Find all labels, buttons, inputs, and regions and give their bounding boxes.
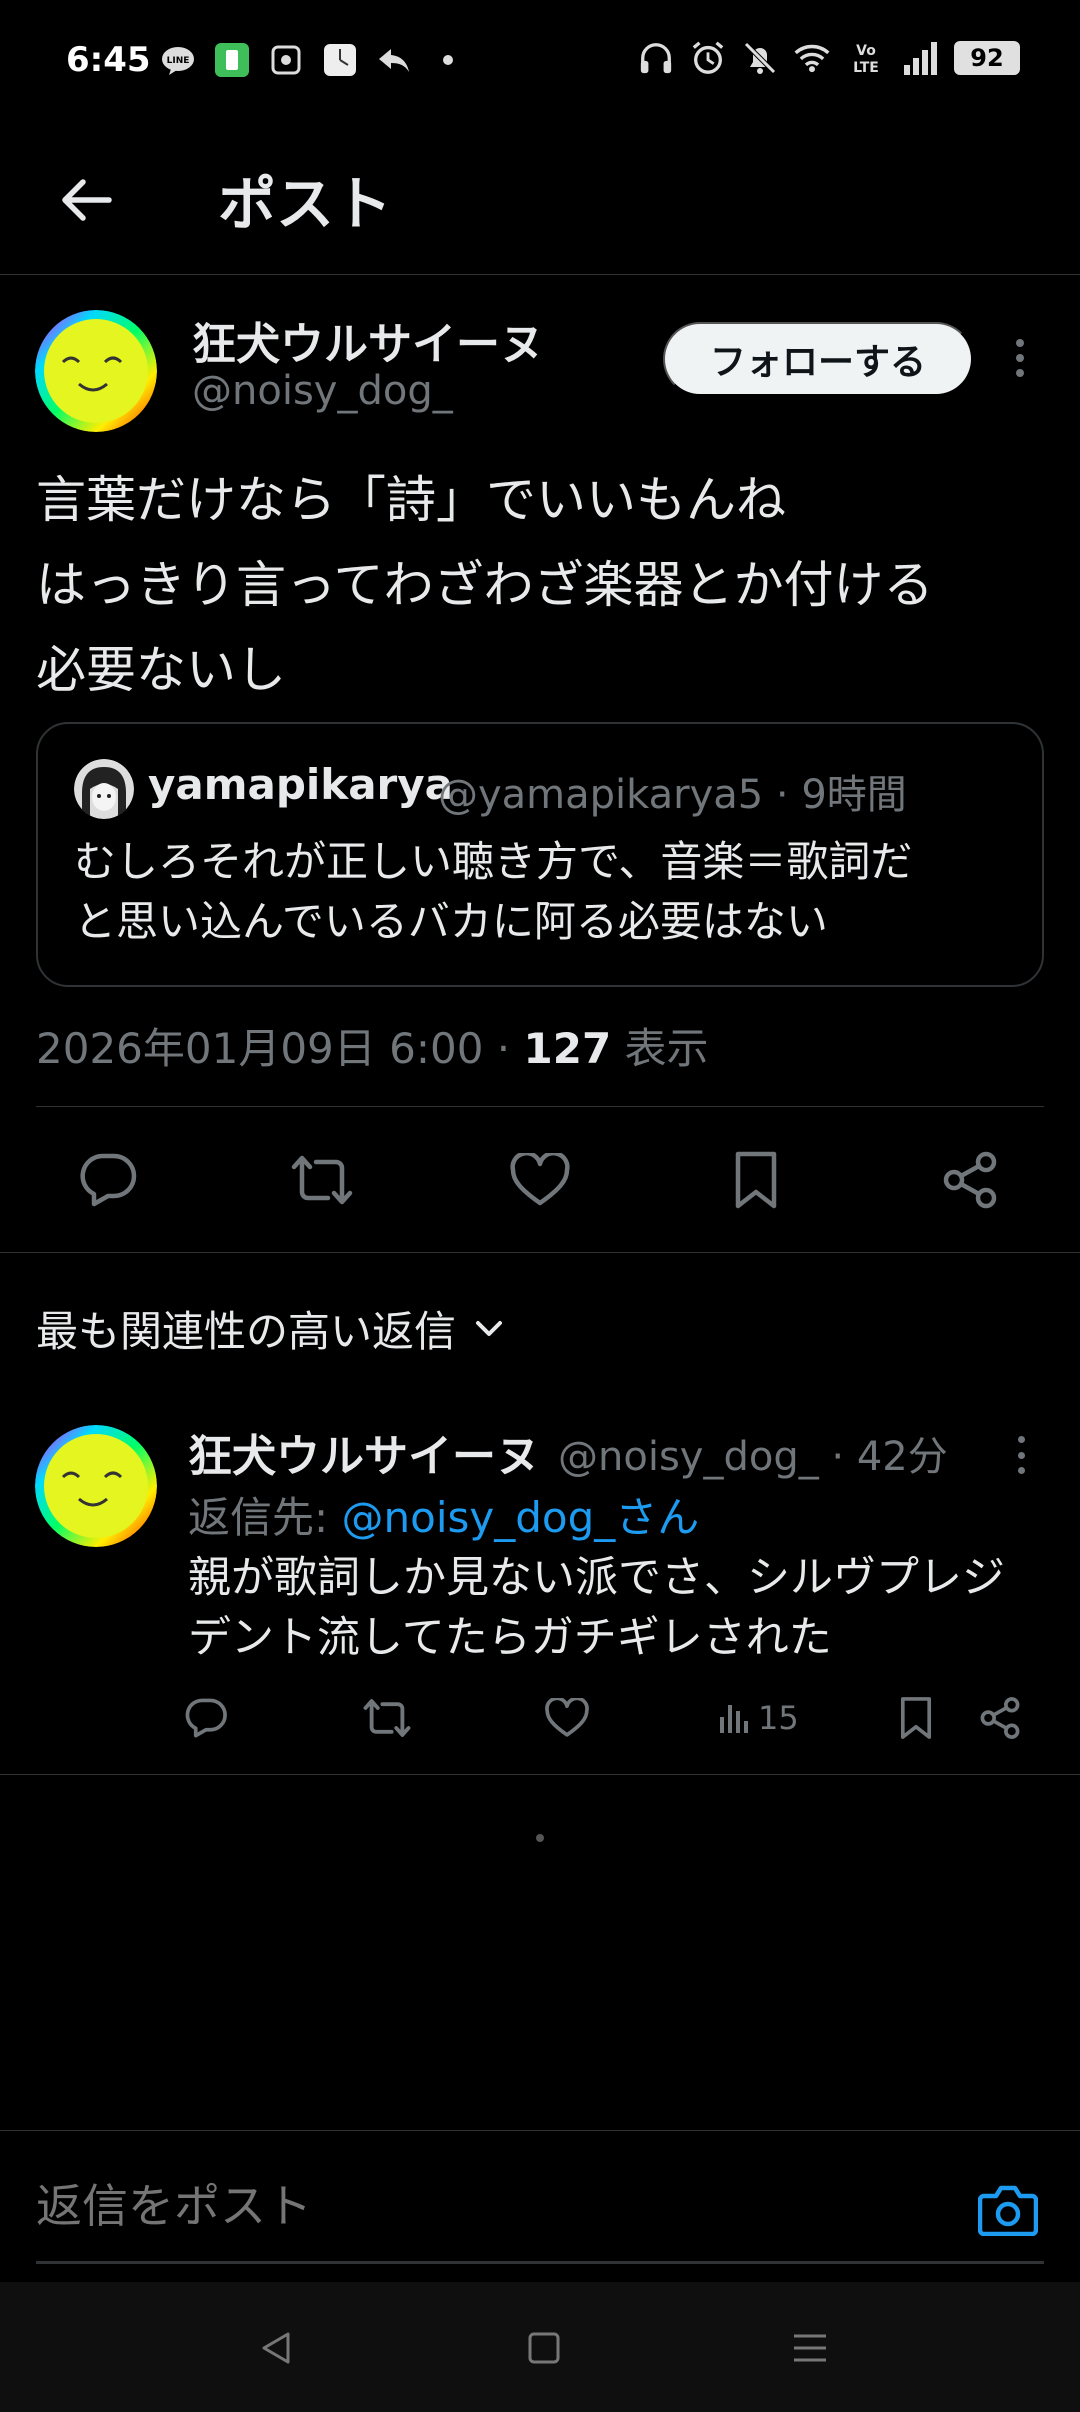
headphones-icon: [638, 40, 674, 76]
divider: [0, 1252, 1080, 1253]
system-icons: Vo LTE 92: [638, 40, 1020, 76]
quoted-post[interactable]: yamapikarya @yamapikarya5 · 9時間 むしろそれが正し…: [36, 722, 1044, 987]
bookmark-icon[interactable]: [724, 1148, 788, 1212]
reply-action-bar: 15: [0, 1690, 1080, 1750]
post-text: 言葉だけなら「詩」でいいもんね はっきり言ってわざわざ楽器とか付ける 必要ないし: [36, 458, 1046, 713]
post-meta: 2026年01月09日 6:00 · 127 表示: [36, 1015, 709, 1076]
clock-app-icon: [322, 42, 358, 78]
like-icon[interactable]: [508, 1148, 572, 1212]
svg-text:LINE: LINE: [167, 56, 190, 66]
post-text-line: 言葉だけなら「詩」でいいもんね: [36, 471, 786, 529]
battery-indicator: 92: [954, 41, 1020, 75]
quote-text-line: むしろそれが正しい聴き方で、音楽＝歌詞だ: [74, 837, 913, 886]
views-label: 表示: [611, 1024, 709, 1073]
post-timestamp: 2026年01月09日 6:00 ·: [36, 1024, 524, 1073]
signal-icon: [902, 40, 938, 76]
post-action-bar: [0, 1108, 1080, 1253]
chevron-down-icon: [476, 1320, 503, 1336]
reply-icon[interactable]: [184, 1690, 228, 1746]
arrow-left-icon: [62, 179, 112, 221]
mute-icon: [742, 40, 778, 76]
quote-text-line: と思い込んでいるバカに阿る必要はない: [74, 897, 828, 946]
line-icon: LINE: [160, 42, 196, 78]
reply-author-name[interactable]: 狂犬ウルサイーヌ: [188, 1420, 540, 1484]
reply-text: 親が歌詞しか見ない派でさ、シルヴプレジ デント流してたらガチギレされた: [188, 1548, 1058, 1668]
notification-icons: LINE: [160, 42, 466, 78]
nav-back-icon[interactable]: [248, 2320, 304, 2376]
nav-menu-icon[interactable]: [782, 2320, 838, 2376]
divider: [36, 1106, 1044, 1107]
reply-text-line: 親が歌詞しか見ない派でさ、シルヴプレジ: [188, 1553, 1005, 1603]
loading-indicator: [536, 1834, 544, 1842]
reply-views-count: 15: [758, 1699, 799, 1737]
svg-text:Vo: Vo: [856, 43, 876, 59]
app-icon: [214, 42, 250, 78]
author-name[interactable]: 狂犬ウルサイーヌ: [192, 308, 544, 372]
reply-icon[interactable]: [76, 1148, 140, 1212]
bookmark-icon[interactable]: [898, 1690, 934, 1746]
sort-label: 最も関連性の高い返信: [36, 1307, 457, 1356]
like-icon[interactable]: [545, 1690, 589, 1746]
quote-author-handle: @yamapikarya5 · 9時間: [438, 772, 907, 818]
back-button[interactable]: [50, 165, 120, 235]
app2-icon: [268, 42, 304, 78]
quote-text: むしろそれが正しい聴き方で、音楽＝歌詞だ と思い込んでいるバカに阿る必要はない: [74, 832, 1024, 952]
retweet-icon[interactable]: [290, 1148, 354, 1212]
dot-icon: [430, 42, 466, 78]
status-bar: 6:45 LINE Vo LTE 92: [0, 0, 1080, 125]
views-icon[interactable]: 15: [718, 1690, 799, 1746]
author-handle[interactable]: @noisy_dog_: [192, 368, 453, 414]
system-nav-bar: [0, 2282, 1080, 2412]
retweet-icon[interactable]: [362, 1690, 412, 1746]
share-icon[interactable]: [978, 1690, 1022, 1746]
volte-icon: Vo LTE: [846, 40, 886, 76]
composer-underline: [36, 2261, 1044, 2264]
alarm-icon: [690, 40, 726, 76]
divider: [0, 1774, 1080, 1775]
svg-text:LTE: LTE: [853, 60, 879, 76]
reply-more-options-icon[interactable]: [1006, 1432, 1036, 1478]
reply-to-prefix: 返信先:: [188, 1493, 342, 1542]
top-header: ポスト: [0, 125, 1080, 275]
reply-composer: [0, 2130, 1080, 2280]
status-time: 6:45: [66, 40, 151, 80]
share-icon[interactable]: [938, 1148, 1002, 1212]
reply-to-mention[interactable]: @noisy_dog_さん: [342, 1493, 700, 1542]
follow-button[interactable]: フォローする: [663, 322, 973, 396]
quote-avatar: [74, 759, 134, 819]
wifi-icon: [794, 40, 830, 76]
views-count: 127: [523, 1024, 612, 1073]
reply-sort-dropdown[interactable]: 最も関連性の高い返信: [36, 1298, 504, 1359]
quote-author-name: yamapikarya: [148, 760, 453, 809]
reply-notif-icon: [376, 42, 412, 78]
reply-text-line: デント流してたらガチギレされた: [188, 1613, 832, 1663]
post-text-line: 必要ないし: [36, 641, 286, 699]
post-text-line: はっきり言ってわざわざ楽器とか付ける: [36, 556, 934, 614]
nav-home-icon[interactable]: [516, 2320, 572, 2376]
camera-icon[interactable]: [976, 2177, 1040, 2241]
page-title: ポスト: [218, 170, 393, 238]
reply-to-line: 返信先: @noisy_dog_さん: [188, 1484, 699, 1545]
reply-input[interactable]: [36, 2179, 936, 2233]
reply-author-avatar[interactable]: [35, 1425, 157, 1547]
author-avatar[interactable]: [35, 310, 157, 432]
more-options-icon[interactable]: [1005, 333, 1035, 383]
reply-author-handle[interactable]: @noisy_dog_ · 42分: [558, 1424, 948, 1482]
